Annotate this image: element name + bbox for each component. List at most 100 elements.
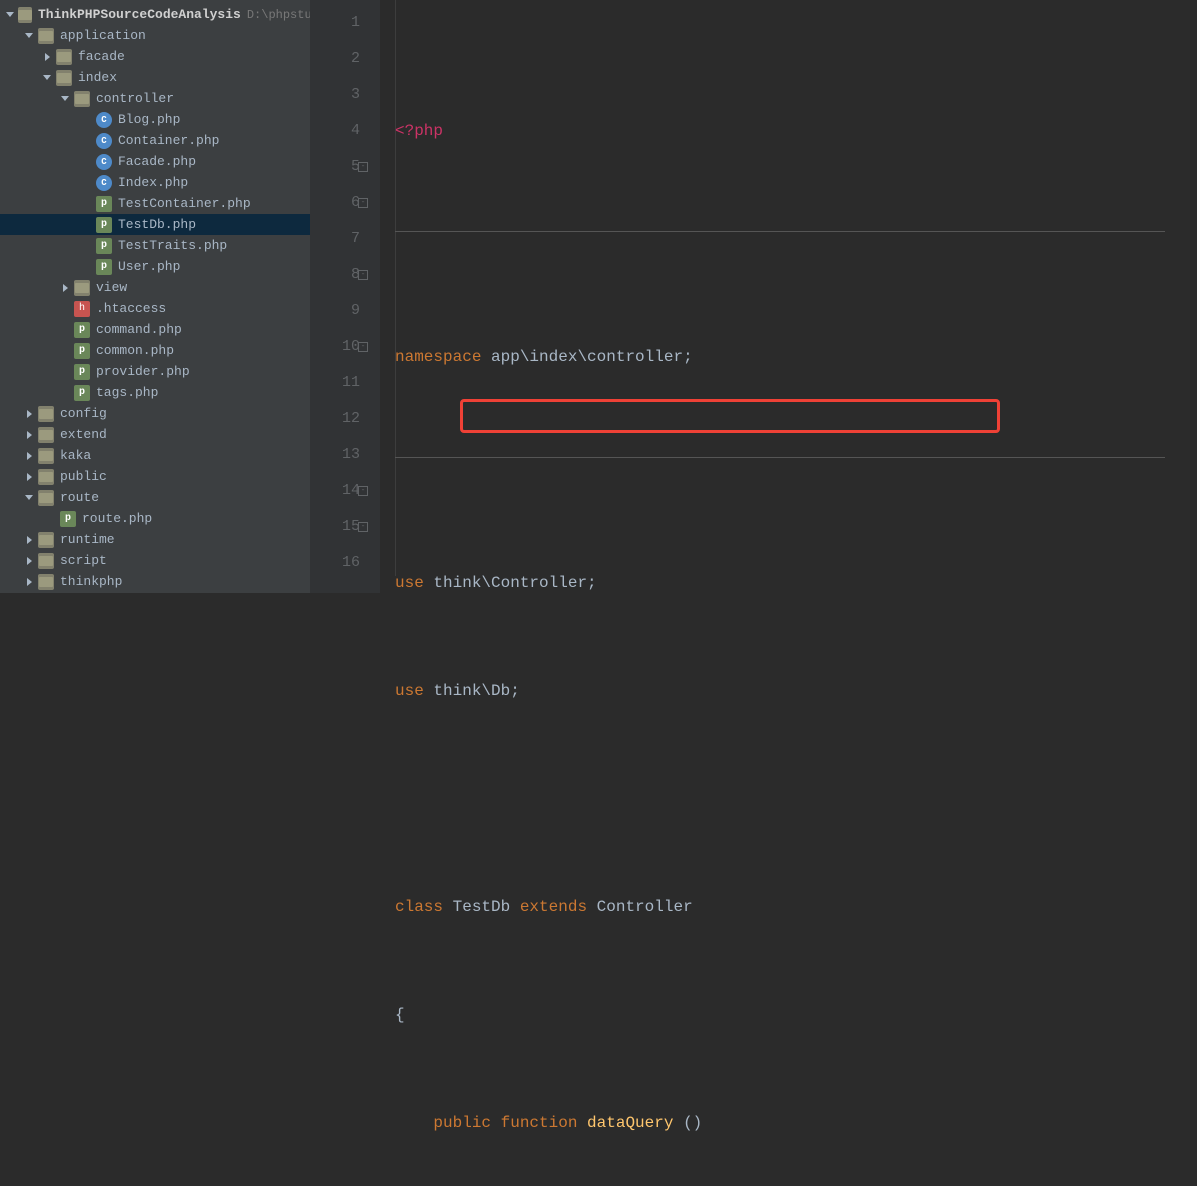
folder-application[interactable]: application <box>0 25 310 46</box>
code-area[interactable]: <?php namespace app\index\controller; us… <box>380 0 1197 593</box>
code-line-4 <box>395 457 1197 493</box>
folder-icon <box>38 406 54 422</box>
chevron-right-icon <box>24 472 34 482</box>
chevron-down-icon <box>42 73 52 83</box>
project-root[interactable]: ThinkPHPSourceCodeAnalysis D:\phpstudy <box>0 4 310 25</box>
chevron-right-icon <box>24 451 34 461</box>
php-file-icon: p <box>74 322 90 338</box>
file-route[interactable]: proute.php <box>0 508 310 529</box>
code-line-9: { <box>395 997 1197 1033</box>
php-file-icon: p <box>60 511 76 527</box>
token-namespace: think\Db <box>424 682 510 700</box>
line-number: 1 <box>310 5 360 41</box>
php-class-icon: C <box>96 154 112 170</box>
file-testcontainer[interactable]: pTestContainer.php <box>0 193 310 214</box>
file-label: TestDb.php <box>118 217 196 232</box>
folder-kaka[interactable]: kaka <box>0 445 310 466</box>
project-tree-sidebar: ThinkPHPSourceCodeAnalysis D:\phpstudy a… <box>0 0 310 593</box>
folder-facade[interactable]: facade <box>0 46 310 67</box>
folder-icon <box>38 427 54 443</box>
php-file-icon: p <box>96 217 112 233</box>
token-semi: ; <box>683 348 693 366</box>
file-facade[interactable]: C Facade.php <box>0 151 310 172</box>
php-file-icon: p <box>96 238 112 254</box>
code-editor[interactable]: 1 2 3 4 5- 6- 7 8- 9 10- 11 12 13 14- 15… <box>310 0 1197 593</box>
chevron-right-icon <box>24 577 34 587</box>
chevron-down-icon <box>60 94 70 104</box>
folder-index[interactable]: index <box>0 67 310 88</box>
chevron-down-icon <box>24 31 34 41</box>
file-label: Index.php <box>118 175 188 190</box>
folder-label: runtime <box>60 532 115 547</box>
folder-label: config <box>60 406 107 421</box>
fold-marker-icon[interactable]: - <box>358 342 368 352</box>
line-gutter: 1 2 3 4 5- 6- 7 8- 9 10- 11 12 13 14- 15… <box>310 0 380 593</box>
chevron-right-icon <box>24 556 34 566</box>
folder-script[interactable]: script <box>0 550 310 571</box>
token-semi: ; <box>510 682 520 700</box>
file-user[interactable]: pUser.php <box>0 256 310 277</box>
folder-icon <box>18 7 32 23</box>
chevron-down-icon <box>6 10 14 20</box>
file-label: Facade.php <box>118 154 196 169</box>
folder-route[interactable]: route <box>0 487 310 508</box>
folder-view[interactable]: view <box>0 277 310 298</box>
folder-icon <box>56 70 72 86</box>
folder-config[interactable]: config <box>0 403 310 424</box>
folder-label: public <box>60 469 107 484</box>
token-keyword: use <box>395 574 424 592</box>
file-common[interactable]: pcommon.php <box>0 340 310 361</box>
folder-label: index <box>78 70 117 85</box>
project-path: D:\phpstudy <box>247 8 310 22</box>
file-blog[interactable]: CBlog.php <box>0 109 310 130</box>
file-htaccess[interactable]: h.htaccess <box>0 298 310 319</box>
folder-icon <box>56 49 72 65</box>
line-number: 10- <box>310 329 360 365</box>
folder-public[interactable]: public <box>0 466 310 487</box>
token-namespace: think\Controller <box>424 574 587 592</box>
chevron-right-icon <box>24 535 34 545</box>
fold-marker-icon[interactable]: - <box>358 198 368 208</box>
token-keyword: public <box>433 1114 491 1132</box>
line-number: 11 <box>310 365 360 401</box>
fold-marker-icon[interactable]: - <box>358 486 368 496</box>
folder-icon <box>38 448 54 464</box>
chevron-right-icon <box>42 52 52 62</box>
chevron-down-icon <box>24 493 34 503</box>
file-label: tags.php <box>96 385 158 400</box>
file-testtraits[interactable]: p TestTraits.php <box>0 235 310 256</box>
file-label: TestTraits.php <box>118 238 227 253</box>
code-line-1: <?php <box>395 113 1197 149</box>
folder-icon <box>74 280 90 296</box>
file-label: User.php <box>118 259 180 274</box>
file-command[interactable]: pcommand.php <box>0 319 310 340</box>
file-tags[interactable]: ptags.php <box>0 382 310 403</box>
folder-label: facade <box>78 49 125 64</box>
folder-runtime[interactable]: runtime <box>0 529 310 550</box>
fold-marker-icon[interactable]: - <box>358 522 368 532</box>
folder-extend[interactable]: extend <box>0 424 310 445</box>
line-number: 2 <box>310 41 360 77</box>
token-php-open: <?php <box>395 122 443 140</box>
folder-label: kaka <box>60 448 91 463</box>
file-testdb[interactable]: p TestDb.php <box>0 214 310 235</box>
chevron-right-icon <box>24 430 34 440</box>
code-line-2 <box>395 231 1197 267</box>
folder-controller[interactable]: controller <box>0 88 310 109</box>
fold-marker-icon[interactable]: - <box>358 162 368 172</box>
php-file-icon: p <box>74 364 90 380</box>
line-number: 16 <box>310 545 360 581</box>
line-number: 4 <box>310 113 360 149</box>
file-index[interactable]: CIndex.php <box>0 172 310 193</box>
file-provider[interactable]: pprovider.php <box>0 361 310 382</box>
code-line-8: class TestDb extends Controller <box>395 889 1197 925</box>
file-label: .htaccess <box>96 301 166 316</box>
code-line-7 <box>395 781 1197 817</box>
fold-marker-icon[interactable]: - <box>358 270 368 280</box>
token-keyword: function <box>491 1114 577 1132</box>
folder-icon <box>74 91 90 107</box>
token-brace: { <box>395 1006 405 1024</box>
folder-thinkphp[interactable]: thinkphp <box>0 571 310 592</box>
folder-label: script <box>60 553 107 568</box>
file-container[interactable]: CContainer.php <box>0 130 310 151</box>
